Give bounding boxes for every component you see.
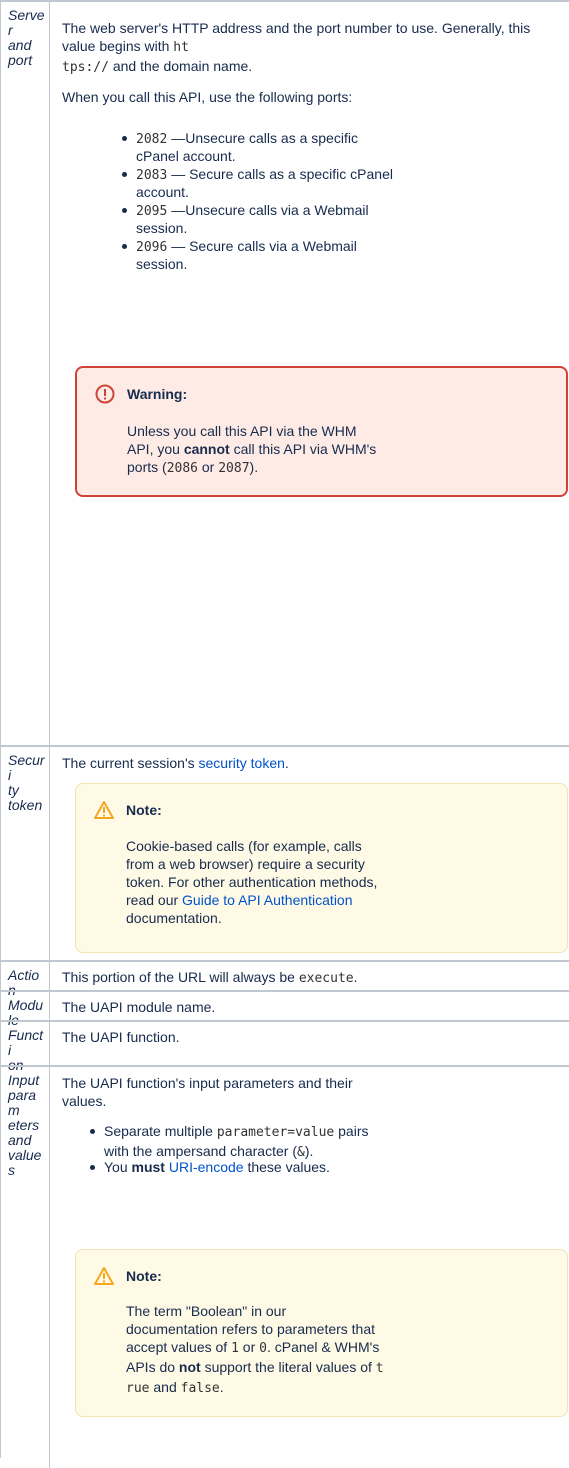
row-module: Module The UAPI module name. bbox=[0, 992, 569, 1028]
list-item: 2095 —Unsecure calls via a Webmail sessio… bbox=[122, 202, 496, 238]
list-item: You must URI-encode these values. bbox=[90, 1158, 524, 1176]
panel-title: Note: bbox=[126, 1268, 162, 1284]
ports-intro: When you call this API, use the followin… bbox=[62, 89, 353, 105]
security-token-link[interactable]: security token bbox=[199, 755, 285, 771]
warning-triangle-icon bbox=[94, 801, 114, 819]
list-item: Separate multiple parameter=value pairs w… bbox=[90, 1122, 524, 1160]
panel-title: Warning: bbox=[127, 386, 188, 402]
warning-panel: Warning: Unless you call this API via th… bbox=[75, 366, 568, 497]
warning-icon bbox=[95, 384, 115, 404]
ports-list: 2082 —Unsecure calls as a specific cPanel… bbox=[122, 130, 496, 274]
description: The web server's HTTP address and the po… bbox=[62, 20, 531, 75]
list-item: 2082 —Unsecure calls as a specific cPanel… bbox=[122, 130, 496, 166]
param-label: Module bbox=[0, 992, 50, 1028]
row-server-and-port: Server and port The web server's HTTP addr… bbox=[0, 2, 569, 745]
param-label: Action bbox=[0, 962, 50, 998]
note-panel: Note: The term "Boolean" in our document… bbox=[75, 1249, 568, 1417]
param-label: Server and port bbox=[0, 2, 50, 745]
param-label: Function bbox=[0, 1022, 50, 1073]
description: The current session's security token. bbox=[62, 755, 289, 771]
list-item: 2083 — Secure calls as a specific cPanel… bbox=[122, 166, 496, 202]
description: This portion of the URL will always be e… bbox=[62, 969, 358, 986]
uri-encode-link[interactable]: URI-encode bbox=[169, 1159, 244, 1175]
warning-triangle-icon bbox=[94, 1267, 114, 1285]
panel-body: Unless you call this API via the WHM API… bbox=[127, 423, 377, 476]
note-panel: Note: Cookie-based calls (for example, c… bbox=[75, 783, 568, 953]
row-action: Action This portion of the URL will alwa… bbox=[0, 962, 569, 998]
description: The UAPI function. bbox=[62, 1029, 180, 1045]
panel-body: Cookie-based calls (for example, calls f… bbox=[126, 838, 378, 926]
guide-api-auth-link[interactable]: Guide to API Authentication bbox=[182, 892, 352, 908]
panel-title: Note: bbox=[126, 802, 162, 818]
row-function: Function The UAPI function. bbox=[0, 1022, 569, 1073]
description: The UAPI module name. bbox=[62, 999, 216, 1015]
description: The UAPI function's input parameters and… bbox=[62, 1075, 353, 1109]
row-security-token: Securi ty token The current session's secu… bbox=[0, 747, 569, 960]
panel-body: The term "Boolean" in our documentation … bbox=[126, 1303, 384, 1396]
param-label: Securi ty token bbox=[0, 747, 50, 960]
input-rules-list: Separate multiple parameter=value pairs w… bbox=[90, 1122, 524, 1176]
row-input-parameters: Input param eters and values The UAPI functi… bbox=[0, 1067, 569, 1468]
param-label: Input param eters and values bbox=[0, 1067, 50, 1468]
list-item: 2096 — Secure calls via a Webmail session… bbox=[122, 238, 496, 274]
